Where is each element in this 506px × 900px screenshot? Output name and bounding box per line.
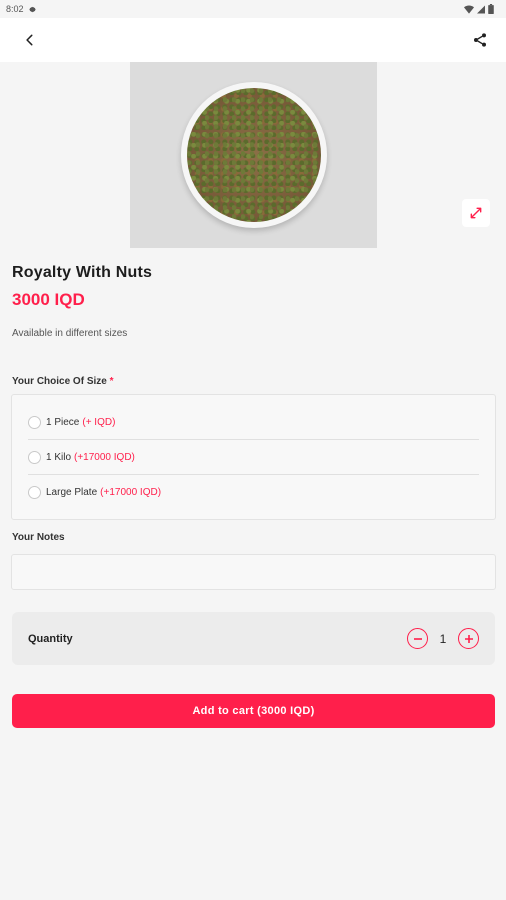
product-price: 3000 IQD [12, 290, 85, 309]
size-choice-label: Your Choice Of Size * [12, 376, 114, 387]
option-price: (+ IQD) [82, 416, 116, 428]
option-name: 1 Piece [46, 416, 80, 428]
back-button[interactable] [18, 28, 42, 52]
signal-icon [477, 5, 485, 13]
expand-icon [470, 207, 482, 219]
status-bar: 8:02 [0, 0, 506, 18]
decrease-quantity-button[interactable] [407, 628, 428, 649]
notes-label: Your Notes [12, 532, 65, 543]
expand-image-button[interactable] [462, 199, 490, 227]
wifi-icon [464, 5, 474, 14]
app-bar [0, 18, 506, 62]
size-option-1-kilo[interactable]: 1 Kilo (+17000 IQD) [28, 440, 479, 475]
radio-button[interactable] [28, 450, 41, 464]
product-hero [0, 62, 506, 248]
share-button[interactable] [468, 28, 492, 52]
option-name: Large Plate [46, 487, 98, 498]
option-price: (+17000 IQD) [100, 487, 162, 498]
product-title: Royalty With Nuts [12, 264, 153, 281]
size-option-1-piece[interactable]: 1 Piece (+ IQD) [28, 405, 479, 440]
size-options-group: 1 Piece (+ IQD) 1 Kilo (+17000 IQD) Larg… [11, 394, 496, 520]
nuts-bowl-image [180, 82, 327, 228]
share-icon [474, 33, 486, 47]
minus-circle-icon [413, 637, 422, 640]
status-time: 8:02 [6, 4, 24, 14]
back-arrow-icon [26, 34, 33, 46]
size-choice-label-text: Your Choice Of Size [12, 376, 107, 387]
radio-button[interactable] [28, 486, 41, 499]
quantity-stepper: 1 [407, 628, 479, 649]
option-name: 1 Kilo [46, 451, 72, 463]
required-mark: * [109, 376, 114, 387]
option-price: (+17000 IQD) [74, 451, 135, 463]
notes-input[interactable] [11, 554, 496, 590]
increase-quantity-button[interactable] [458, 628, 479, 649]
add-to-cart-button[interactable]: Add to cart (3000 IQD) [12, 694, 495, 728]
radio-button[interactable] [28, 415, 41, 429]
quantity-value: 1 [439, 631, 447, 646]
product-description: Available in different sizes [12, 328, 128, 339]
plus-circle-icon [464, 634, 473, 643]
size-option-large-plate[interactable]: Large Plate (+17000 IQD) [28, 475, 479, 510]
quantity-panel: Quantity 1 [12, 612, 495, 665]
nuts-filling [186, 88, 321, 222]
battery-icon [488, 4, 494, 14]
product-image[interactable] [130, 62, 377, 248]
quantity-label: Quantity [28, 632, 73, 645]
settings-icon [28, 6, 36, 12]
